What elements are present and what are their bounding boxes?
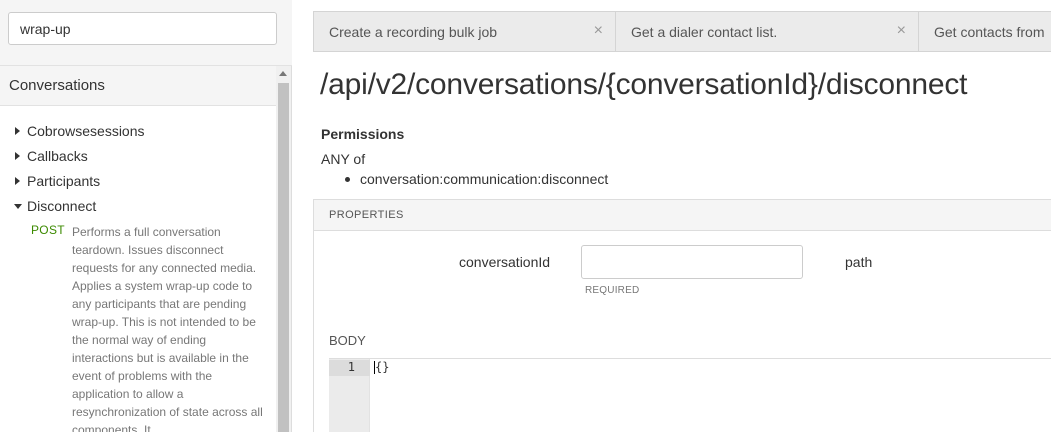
scroll-up-icon[interactable] xyxy=(279,71,287,76)
close-icon[interactable]: × xyxy=(594,22,603,40)
caret-right-icon xyxy=(15,152,20,160)
tab-create-recording-bulk-job[interactable]: Create a recording bulk job × xyxy=(313,11,616,52)
editor-gutter: 1 xyxy=(329,359,370,432)
editor-code[interactable]: {} xyxy=(374,360,389,374)
sidebar-section-title[interactable]: Conversations xyxy=(0,66,276,106)
properties-header: PROPERTIES xyxy=(313,199,1051,231)
sidebar-scrollbar[interactable] xyxy=(276,66,291,432)
caret-right-icon xyxy=(15,177,20,185)
search-bar xyxy=(0,0,292,66)
sidebar-item-callbacks[interactable]: Callbacks xyxy=(0,144,276,169)
required-label: REQUIRED xyxy=(585,285,640,296)
body-editor[interactable]: 1 {} xyxy=(329,358,1051,432)
tab-label: Create a recording bulk job xyxy=(329,24,498,40)
sidebar-item-label: Cobrowsesessions xyxy=(27,123,145,139)
permissions-list: conversation:communication:disconnect xyxy=(345,171,608,187)
sidebar-panel: Conversations Cobrowsesessions Callbacks… xyxy=(0,66,276,432)
tab-get-dialer-contact-list[interactable]: Get a dialer contact list. × xyxy=(615,11,919,52)
sidebar-item-label: Disconnect xyxy=(27,198,97,214)
sidebar-item-label: Participants xyxy=(27,173,101,189)
sidebar-item-disconnect[interactable]: Disconnect xyxy=(0,194,276,219)
sidebar: Conversations Cobrowsesessions Callbacks… xyxy=(0,0,292,432)
endpoint-item[interactable]: POST Performs a full conversation teardo… xyxy=(0,223,276,432)
permissions-any: ANY of xyxy=(321,151,366,167)
method-badge: POST xyxy=(31,223,65,237)
tab-label: Get contacts from xyxy=(934,24,1045,40)
tab-label: Get a dialer contact list. xyxy=(631,24,778,40)
body-label: BODY xyxy=(329,333,366,348)
tab-get-contacts-from[interactable]: Get contacts from xyxy=(918,11,1051,52)
sidebar-nav: Cobrowsesessions Callbacks Participants … xyxy=(0,106,276,219)
caret-right-icon xyxy=(15,127,20,135)
param-name: conversationId xyxy=(459,254,551,270)
permission-item: conversation:communication:disconnect xyxy=(360,171,609,187)
line-number: 1 xyxy=(347,360,355,374)
search-input[interactable] xyxy=(8,12,277,45)
code-text: {} xyxy=(375,360,390,374)
scrollbar-thumb[interactable] xyxy=(278,83,289,432)
sidebar-item-cobrowsesessions[interactable]: Cobrowsesessions xyxy=(0,119,276,144)
close-icon[interactable]: × xyxy=(897,22,906,40)
sidebar-item-participants[interactable]: Participants xyxy=(0,169,276,194)
permissions-heading: Permissions xyxy=(321,126,405,142)
tab-bar: Create a recording bulk job × Get a dial… xyxy=(313,11,1051,52)
bullet-icon xyxy=(345,176,350,182)
page-title: /api/v2/conversations/{conversationId}/d… xyxy=(320,68,968,101)
endpoint-description: Performs a full conversation teardown. I… xyxy=(72,225,263,432)
param-location: path xyxy=(845,254,873,270)
conversation-id-input[interactable] xyxy=(581,245,803,279)
caret-down-icon xyxy=(14,204,22,209)
sidebar-item-label: Callbacks xyxy=(27,148,88,164)
